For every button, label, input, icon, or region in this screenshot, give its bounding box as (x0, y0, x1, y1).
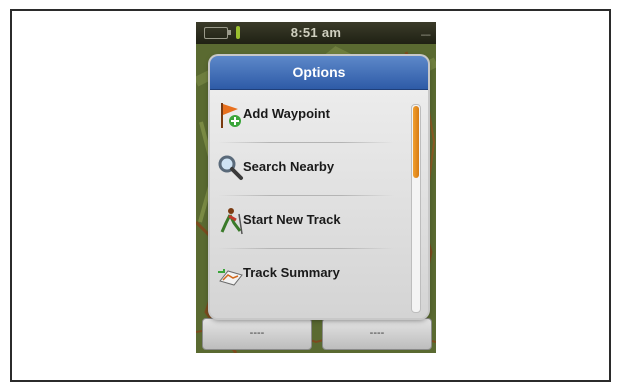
menu-item-search-nearby[interactable]: Search Nearby (210, 143, 410, 195)
menu-item-track-summary[interactable]: Track Summary (210, 249, 410, 301)
menu-scrollbar[interactable] (411, 104, 421, 313)
hiker-icon (216, 206, 246, 236)
menu-item-label: Add Waypoint (243, 106, 330, 121)
menu-item-start-new-track[interactable]: Start New Track (210, 196, 410, 248)
menu-item-label: Search Nearby (243, 159, 335, 174)
options-menu: Options Add Waypoint Search Nearby Start… (210, 56, 428, 318)
menu-item-add-waypoint[interactable]: Add Waypoint (210, 90, 410, 142)
track-summary-icon (216, 259, 246, 289)
device-screen: 8:51 am ---- ---- ---- Options Add Waypo… (196, 22, 436, 353)
status-time: 8:51 am (290, 25, 342, 40)
magnifier-icon (216, 153, 246, 183)
menu-item-label: Track Summary (243, 265, 340, 280)
bottom-left-button[interactable]: ---- (202, 318, 312, 350)
menu-item-label: Start New Track (243, 212, 341, 227)
options-list: Add Waypoint Search Nearby Start New Tra… (210, 90, 428, 318)
signal-indicator: ---- (420, 30, 431, 41)
flag-plus-icon (216, 100, 246, 130)
options-title: Options (210, 56, 428, 90)
status-bar: 8:51 am ---- (196, 22, 436, 44)
bottom-right-button[interactable]: ---- (322, 318, 432, 350)
scrollbar-thumb[interactable] (413, 106, 419, 178)
